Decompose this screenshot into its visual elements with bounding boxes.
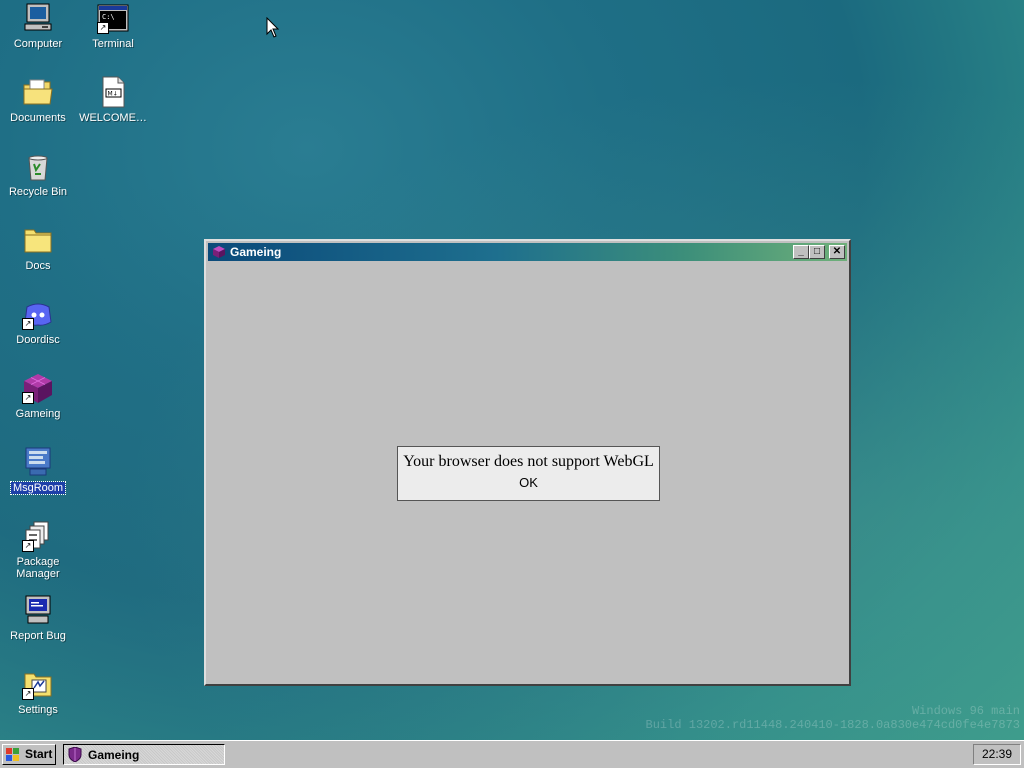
windows-logo-icon (6, 748, 20, 761)
desktop-icon-label: Gameing (15, 408, 61, 420)
window-title: Gameing (230, 245, 282, 259)
desktop-icon-doordisc[interactable]: ↗ Doordisc (0, 298, 76, 346)
system-tray-clock[interactable]: 22:39 (973, 744, 1021, 765)
desktop-icon-label: Package Manager (16, 556, 60, 580)
report-bug-icon (22, 594, 54, 626)
mouse-cursor-icon (266, 16, 280, 42)
purple-cube-icon (212, 245, 226, 259)
settings-folder-icon: ↗ (22, 668, 54, 700)
minimize-button[interactable]: _ (793, 245, 809, 259)
minimize-icon: _ (798, 246, 804, 257)
close-button[interactable]: ✕ (829, 245, 845, 259)
build-watermark: Windows 96 main Build 13202.rd11448.2404… (646, 704, 1020, 732)
folder-icon (22, 224, 54, 256)
watermark-line: Build 13202.rd11448.240410-1828.0a830e47… (645, 718, 1020, 732)
desktop-icon-msgroom[interactable]: MsgRoom (0, 446, 76, 495)
recycle-bin-icon (22, 150, 54, 182)
taskbar: Start Gameing 22:39 (0, 740, 1024, 768)
maximize-button[interactable]: □ (809, 245, 825, 259)
desktop-icon-gameing[interactable]: ↗ Gameing (0, 372, 76, 420)
desktop-icon-label: Computer (13, 38, 63, 50)
gameing-window[interactable]: Gameing _ □ ✕ Your browser does not supp… (204, 239, 851, 686)
desktop-icon-settings[interactable]: ↗ Settings (0, 668, 76, 716)
desktop-icon-report-bug[interactable]: Report Bug (0, 594, 76, 642)
start-button[interactable]: Start (2, 744, 56, 765)
desktop-icon-label: Settings (18, 704, 58, 716)
markdown-file-icon: M↓ (97, 76, 129, 108)
desktop-icon-terminal[interactable]: C:\ ↗ Terminal (75, 2, 151, 50)
window-titlebar[interactable]: Gameing _ □ ✕ (208, 243, 847, 261)
desktop-icon-label: Recycle Bin (8, 186, 68, 198)
desktop-icon-label: Doordisc (16, 334, 60, 346)
svg-text:C:\: C:\ (102, 13, 115, 21)
purple-cube-icon: ↗ (22, 372, 54, 404)
error-message: Your browser does not support WebGL (403, 453, 654, 470)
desktop-icon-welcome[interactable]: M↓ WELCOME… (75, 76, 151, 124)
start-label: Start (25, 747, 53, 761)
folder-documents-icon (22, 76, 54, 108)
package-manager-icon: ↗ (22, 520, 54, 552)
desktop-icon-computer[interactable]: Computer (0, 2, 76, 50)
shortcut-arrow-icon: ↗ (97, 22, 109, 34)
shortcut-arrow-icon: ↗ (22, 392, 34, 404)
taskbar-item-label: Gameing (88, 748, 140, 762)
watermark-line: Windows 96 main (911, 704, 1020, 718)
taskbar-item-gameing[interactable]: Gameing (63, 744, 225, 765)
desktop-icon-label: WELCOME… (79, 112, 147, 124)
desktop-icon-package-manager[interactable]: ↗ Package Manager (0, 520, 76, 580)
shortcut-arrow-icon: ↗ (22, 688, 34, 700)
purple-shield-icon (68, 746, 82, 763)
desktop-icon-label: Documents (10, 112, 66, 124)
desktop-icon-label: Report Bug (10, 630, 66, 642)
svg-text:M↓: M↓ (108, 91, 118, 98)
desktop-icon-recycle-bin[interactable]: Recycle Bin (0, 150, 76, 198)
clock-text: 22:39 (981, 747, 1013, 761)
desktop-icon-label: Docs (25, 260, 51, 272)
shortcut-arrow-icon: ↗ (22, 540, 34, 552)
computer-icon (22, 2, 54, 34)
ok-button[interactable]: OK (519, 475, 538, 490)
chat-room-icon (22, 446, 54, 478)
desktop-icon-documents[interactable]: Documents (0, 76, 76, 124)
discord-icon: ↗ (22, 298, 54, 330)
terminal-icon: C:\ ↗ (97, 2, 129, 34)
maximize-icon: □ (813, 246, 821, 257)
webgl-error-dialog: Your browser does not support WebGL OK (397, 446, 660, 501)
desktop-icon-docs[interactable]: Docs (0, 224, 76, 272)
shortcut-arrow-icon: ↗ (22, 318, 34, 330)
desktop-icon-label: MsgRoom (9, 481, 67, 495)
close-icon: ✕ (832, 246, 842, 257)
desktop-icon-label: Terminal (92, 38, 134, 50)
